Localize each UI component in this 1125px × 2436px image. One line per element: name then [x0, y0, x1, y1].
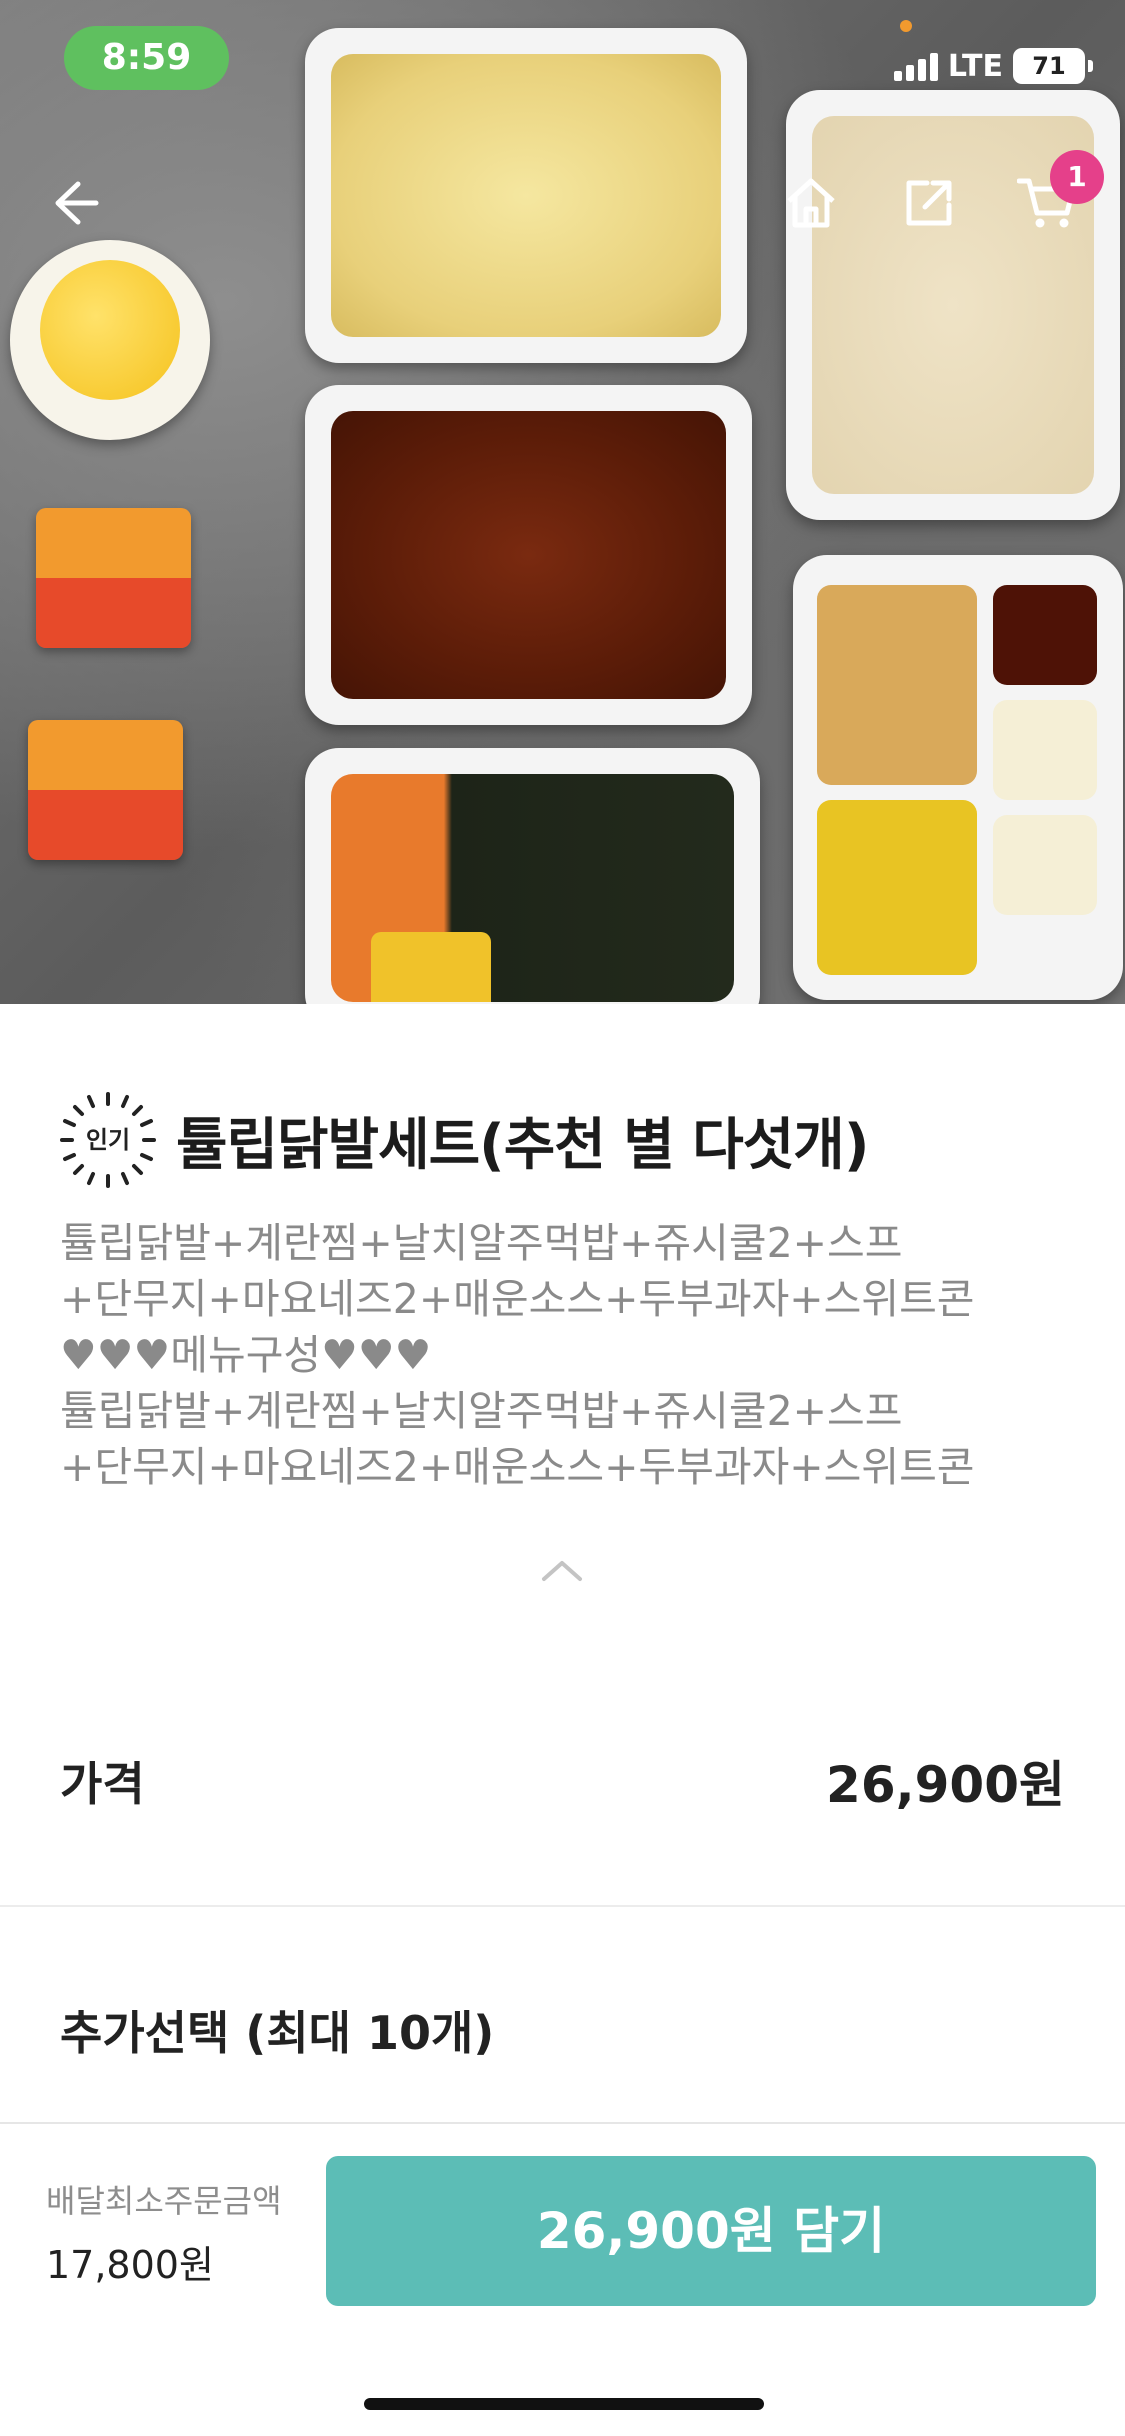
juice-carton: [28, 720, 183, 860]
product-title: 튤립닭발세트(추천 별 다섯개): [176, 1112, 869, 1178]
chicken-feet-tray: [305, 385, 752, 725]
battery-icon: 71: [1013, 48, 1093, 84]
divider: [0, 1905, 1125, 1907]
home-icon[interactable]: [776, 168, 846, 238]
share-icon[interactable]: [894, 168, 964, 238]
arrow-left-icon[interactable]: [40, 168, 110, 238]
description-line: 튤립닭발+계란찜+날치알주먹밥+쥬시쿨2+스프: [60, 1387, 903, 1435]
home-indicator[interactable]: [364, 2398, 764, 2410]
signal-icon: [893, 51, 938, 81]
popular-badge-icon: 인기: [58, 1090, 158, 1190]
price-row: 가격 26,900원: [60, 1745, 1065, 1817]
price-label: 가격: [60, 1757, 145, 1811]
popular-badge-label: 인기: [85, 1126, 131, 1154]
description-line: +단무지+마요네즈2+매운소스+두부과자+스위트콘: [60, 1443, 975, 1491]
description-line: ♥♥♥메뉴구성♥♥♥: [60, 1331, 432, 1379]
add-to-cart-button[interactable]: 26,900원 담기: [326, 2156, 1096, 2306]
description-line: +단무지+마요네즈2+매운소스+두부과자+스위트콘: [60, 1275, 975, 1323]
rice-ball-tray: [305, 748, 760, 1004]
cart-count-badge: 1: [1050, 150, 1104, 204]
status-indicators: LTE 71: [893, 44, 1093, 88]
privacy-indicator: [900, 20, 912, 32]
price-value: 26,900원: [826, 1756, 1065, 1814]
product-photo: 8:59 LTE 71 1: [0, 0, 1125, 1004]
steamed-egg-tray: [305, 28, 747, 363]
side-dish-tray: [793, 555, 1123, 1000]
network-type: LTE: [947, 48, 1003, 84]
product-description: 튤립닭발+계란찜+날치알주먹밥+쥬시쿨2+스프 +단무지+마요네즈2+매운소스+…: [60, 1215, 1060, 1495]
juice-carton: [36, 508, 191, 648]
options-title: 추가선택 (최대 10개): [60, 2006, 495, 2060]
product-title-row: 인기 튤립닭발세트(추천 별 다섯개): [58, 1090, 869, 1190]
min-order-label: 배달최소주문금액: [46, 2182, 282, 2220]
bottom-order-bar: 배달최소주문금액 17,800원 26,900원 담기: [0, 2122, 1125, 2436]
chevron-up-icon[interactable]: [540, 1555, 584, 1585]
description-line: 튤립닭발+계란찜+날치알주먹밥+쥬시쿨2+스프: [60, 1219, 903, 1267]
pickled-radish-bowl: [10, 240, 210, 440]
min-order-value: 17,800원: [46, 2243, 214, 2287]
status-time: 8:59: [64, 26, 229, 90]
